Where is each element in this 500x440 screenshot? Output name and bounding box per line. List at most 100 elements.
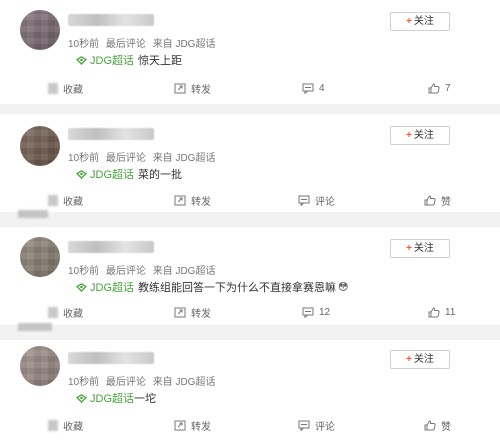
post-meta: 10秒前 最后评论 来自 JDG超话	[68, 262, 219, 277]
comment-count: 4	[319, 82, 325, 94]
post-time: 10秒前	[68, 377, 100, 388]
like-button[interactable]: 7	[428, 83, 451, 94]
post-source[interactable]: 来自 JDG超话	[153, 266, 216, 277]
share-button[interactable]: 转发	[174, 193, 211, 208]
like-label: 赞	[441, 421, 451, 433]
comment-text: 菜的一批	[138, 169, 182, 181]
post-source[interactable]: 来自 JDG超话	[153, 153, 216, 164]
comment-text: 教练组能回答一下为什么不直接拿赛恩嘛	[138, 282, 336, 294]
share-label: 转发	[191, 308, 211, 320]
share-button[interactable]: 转发	[174, 418, 211, 433]
post-meta: 10秒前 最后评论 来自 JDG超话	[68, 149, 219, 164]
post-meta: 10秒前 最后评论 来自 JDG超话	[68, 35, 219, 50]
comment-icon	[298, 195, 310, 206]
username-blurred[interactable]	[68, 128, 154, 140]
like-button[interactable]: 11	[428, 307, 455, 318]
comment-icon	[302, 83, 314, 94]
follow-label: 关注	[413, 354, 434, 365]
comment-line: JDG超话 菜的一批	[76, 166, 182, 182]
comment-button[interactable]: 评论	[298, 418, 335, 433]
post-source[interactable]: 来自 JDG超话	[153, 39, 216, 50]
comment-text: 惊天上距	[138, 55, 182, 67]
comment-button[interactable]: 12	[302, 307, 330, 318]
follow-button[interactable]: + 关注	[390, 126, 450, 145]
comment-label: 评论	[315, 196, 335, 208]
avatar[interactable]	[20, 346, 60, 386]
share-button[interactable]: 转发	[174, 81, 211, 96]
favorite-icon	[48, 194, 58, 206]
post-0: 10秒前 最后评论 来自 JDG超话 JDG超话 惊天上距 + 关注 收藏 转发 …	[0, 0, 500, 104]
share-button[interactable]: 转发	[174, 305, 211, 320]
share-label: 转发	[191, 84, 211, 96]
avatar[interactable]	[20, 10, 60, 50]
thumbs-up-icon	[428, 306, 440, 317]
comment-line: JDG超话 教练组能回答一下为什么不直接拿赛恩嘛 😳	[76, 279, 348, 295]
favorite-button[interactable]: 收藏	[48, 418, 83, 433]
post-time: 10秒前	[68, 153, 100, 164]
topic-link[interactable]: JDG超话	[90, 279, 134, 295]
topic-link[interactable]: JDG超话	[90, 52, 134, 68]
comment-button[interactable]: 评论	[298, 193, 335, 208]
share-icon	[174, 307, 186, 317]
favorite-button[interactable]: 收藏	[48, 81, 83, 96]
follow-button[interactable]: + 关注	[390, 239, 450, 258]
action-bar: 收藏 转发 4 7	[0, 77, 500, 99]
redaction-strip	[18, 323, 52, 331]
supertopic-icon	[76, 282, 87, 292]
post-source[interactable]: 来自 JDG超话	[153, 377, 216, 388]
avatar[interactable]	[20, 126, 60, 166]
last-reply-label: 最后评论	[105, 153, 146, 164]
like-count: 7	[445, 82, 451, 94]
comment-icon	[298, 420, 310, 431]
share-icon	[174, 195, 186, 205]
follow-label: 关注	[413, 130, 434, 141]
plus-icon: +	[406, 16, 412, 27]
username-blurred[interactable]	[68, 241, 154, 253]
like-button[interactable]: 赞	[424, 418, 451, 433]
action-bar: 收藏 转发 评论 赞	[0, 189, 500, 211]
supertopic-icon	[76, 169, 87, 179]
thumbs-up-icon	[424, 194, 436, 205]
post-3: 10秒前 最后评论 来自 JDG超话 JDG超话 一坨 + 关注 收藏 转发 评论…	[0, 340, 500, 440]
topic-link[interactable]: JDG超话	[90, 390, 134, 406]
thumbs-up-icon	[424, 419, 436, 430]
post-time: 10秒前	[68, 266, 100, 277]
topic-link[interactable]: JDG超话	[90, 166, 134, 182]
plus-icon: +	[406, 354, 412, 365]
post-1: 10秒前 最后评论 来自 JDG超话 JDG超话 菜的一批 + 关注 收藏 转发 …	[0, 114, 500, 212]
comment-button[interactable]: 4	[302, 83, 325, 94]
comment-line: JDG超话 惊天上距	[76, 52, 182, 68]
like-label: 赞	[441, 196, 451, 208]
last-reply-label: 最后评论	[105, 39, 146, 50]
favorite-button[interactable]: 收藏	[48, 305, 83, 320]
action-bar: 收藏 转发 12 11	[0, 301, 500, 323]
follow-label: 关注	[413, 16, 434, 27]
emoji-icon: 😳	[338, 281, 349, 293]
like-count: 11	[445, 306, 456, 318]
favorite-label: 收藏	[63, 84, 83, 96]
share-icon	[174, 83, 186, 93]
favorite-icon	[48, 82, 58, 94]
follow-label: 关注	[413, 243, 434, 254]
share-icon	[174, 420, 186, 430]
favorite-icon	[48, 306, 58, 318]
post-2: 10秒前 最后评论 来自 JDG超话 JDG超话 教练组能回答一下为什么不直接拿…	[0, 227, 500, 325]
comment-icon	[302, 307, 314, 318]
follow-button[interactable]: + 关注	[390, 12, 450, 31]
like-button[interactable]: 赞	[424, 193, 451, 208]
supertopic-icon	[76, 393, 87, 403]
follow-button[interactable]: + 关注	[390, 350, 450, 369]
plus-icon: +	[406, 130, 412, 141]
username-blurred[interactable]	[68, 14, 154, 26]
favorite-label: 收藏	[63, 196, 83, 208]
post-meta: 10秒前 最后评论 来自 JDG超话	[68, 373, 219, 388]
username-blurred[interactable]	[68, 352, 154, 364]
favorite-label: 收藏	[63, 308, 83, 320]
favorite-label: 收藏	[63, 421, 83, 433]
last-reply-label: 最后评论	[105, 377, 146, 388]
supertopic-icon	[76, 55, 87, 65]
avatar[interactable]	[20, 237, 60, 277]
thumbs-up-icon	[428, 82, 440, 93]
favorite-button[interactable]: 收藏	[48, 193, 83, 208]
share-label: 转发	[191, 196, 211, 208]
